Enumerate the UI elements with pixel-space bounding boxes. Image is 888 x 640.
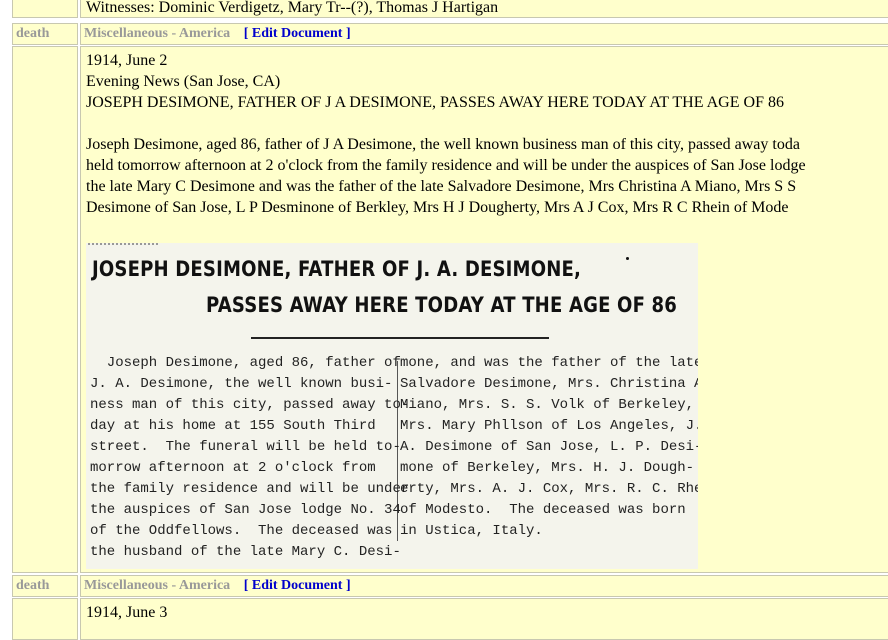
record-date: 1914, June 3 <box>86 604 168 621</box>
edit-document-link[interactable]: [ Edit Document ] <box>244 26 351 41</box>
record-source: Evening News (San Jose, CA) <box>86 73 281 90</box>
record-header-cell: Miscellaneous - America [ Edit Document … <box>80 575 888 597</box>
record-date: 1914, June 2 <box>86 52 168 69</box>
clipping-text-line: Salvadore Desimone, Mrs. Christina A. <box>400 376 698 392</box>
clipping-text-line: day at his home at 155 South Third <box>90 418 376 434</box>
clipping-text-line: of Modesto. The deceased was born <box>400 502 686 518</box>
record-category-label: Miscellaneous - America <box>84 26 231 41</box>
record-left-cell <box>12 598 78 640</box>
clipping-text-line: in Ustica, Italy. <box>400 523 543 539</box>
clipping-text-line: Miano, Mrs. S. S. Volk of Berkeley, <box>400 397 695 413</box>
record-body-line: the late Mary C Desimone and was the fat… <box>86 178 797 195</box>
clipping-divider <box>251 337 549 339</box>
clipping-text-line: J. A. Desimone, the well known busi- <box>90 376 393 392</box>
clipping-text-line: Mrs. Mary Phllson of Los Angeles, J. <box>400 418 698 434</box>
clipping-text-line: the husband of the late Mary C. Desi- <box>90 544 401 560</box>
clipping-text-line: mone of Berkeley, Mrs. H. J. Dough- <box>400 460 695 476</box>
clipping-text-line: street. The funeral will be held to- <box>90 439 401 455</box>
clipping-text-line: ness man of this city, passed away to- <box>90 397 410 413</box>
clipping-text-line: erty, Mrs. A. J. Cox, Mrs. R. C. Rhein <box>400 481 698 497</box>
clipping-text-line: A. Desimone of San Jose, L. P. Desi- <box>400 439 698 455</box>
record-body-line: Desimone of San Jose, L P Desminone of B… <box>86 199 789 216</box>
clipping-text-line: of the Oddfellows. The deceased was <box>90 523 393 539</box>
clipping-text-line: Joseph Desimone, aged 86, father of <box>90 355 401 371</box>
witnesses-line: Witnesses: Dominic Verdigetz, Mary Tr--(… <box>86 0 499 16</box>
record-left-cell <box>12 46 78 573</box>
newspaper-clipping-image: JOSEPH DESIMONE, FATHER OF J. A. DESIMON… <box>86 243 698 569</box>
record-type-label: death <box>16 26 50 41</box>
clipping-headline-1: JOSEPH DESIMONE, FATHER OF J. A. DESIMON… <box>92 257 582 281</box>
clipping-speck <box>626 257 629 260</box>
record-body-line: Joseph Desimone, aged 86, father of J A … <box>86 136 800 153</box>
clipping-column-left: Joseph Desimone, aged 86, father of J. A.… <box>90 353 409 563</box>
clipping-text-line: morrow afternoon at 2 o'clock from <box>90 460 376 476</box>
clipping-text-line: the auspices of San Jose lodge No. 34 <box>90 502 401 518</box>
record-content-cell <box>80 598 888 640</box>
record-0-left-cell <box>12 0 78 18</box>
record-category-label: Miscellaneous - America <box>84 578 231 593</box>
clipping-edge-decoration <box>88 243 158 245</box>
record-header-cell: Miscellaneous - America [ Edit Document … <box>80 23 888 45</box>
edit-document-link[interactable]: [ Edit Document ] <box>244 578 351 593</box>
clipping-headline-2: PASSES AWAY HERE TODAY AT THE AGE OF 86 <box>206 293 678 317</box>
record-type-cell: death <box>12 23 78 45</box>
clipping-column-right: mone, and was the father of the late Salv… <box>400 353 698 542</box>
clipping-text-line: the family residence and will be under <box>90 481 410 497</box>
record-headline: JOSEPH DESIMONE, FATHER OF J A DESIMONE,… <box>86 94 784 111</box>
record-type-label: death <box>16 578 50 593</box>
clipping-text-line: mone, and was the father of the late <box>400 355 698 371</box>
record-type-cell: death <box>12 575 78 597</box>
record-body-line: held tomorrow afternoon at 2 o'clock fro… <box>86 157 806 174</box>
